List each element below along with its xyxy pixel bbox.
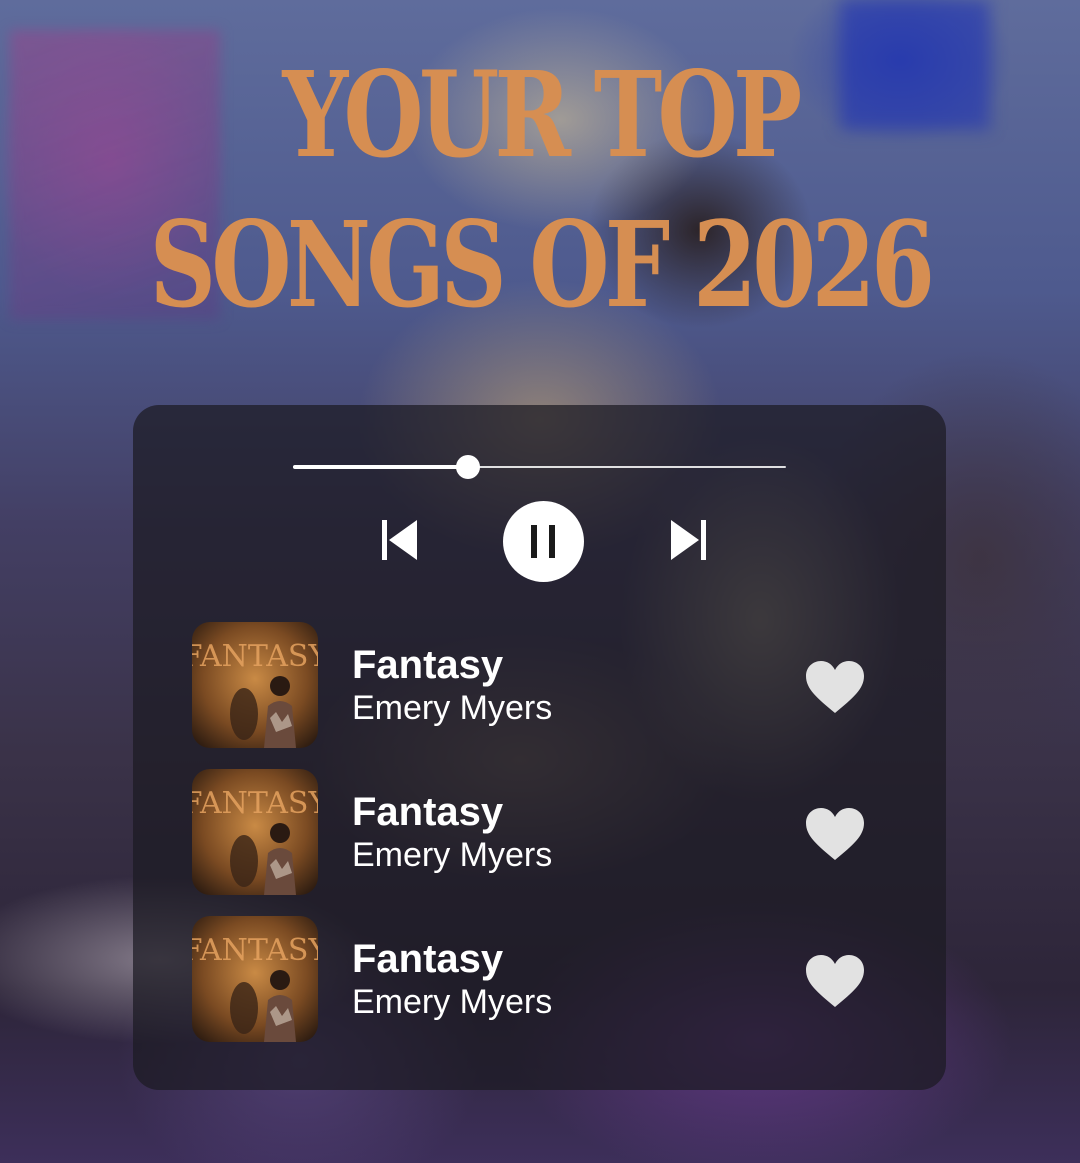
heart-icon	[806, 955, 864, 1007]
track-row[interactable]: FANTASY Fantasy Emery Myers	[192, 769, 872, 895]
pause-button[interactable]	[503, 501, 584, 582]
progress-bar[interactable]	[293, 455, 786, 479]
progress-fill	[293, 465, 468, 469]
title-line-1: YOUR TOP	[282, 45, 802, 184]
like-button[interactable]	[805, 807, 865, 862]
song-artist: Emery Myers	[352, 983, 553, 1021]
progress-knob[interactable]	[456, 455, 480, 479]
heart-icon	[806, 808, 864, 860]
song-title: Fantasy	[352, 790, 504, 834]
top-songs-page: YOUR TOP SONGS OF 2026 ANTAS Fantasy Eme…	[0, 0, 1080, 1163]
title-line-2: SONGS OF 2026	[149, 195, 935, 334]
like-button[interactable]	[805, 660, 865, 715]
song-artist: Emery Myers	[352, 689, 553, 727]
like-button[interactable]	[805, 954, 865, 1009]
pause-icon	[531, 525, 555, 558]
page-title: YOUR TOP SONGS OF 2026	[119, 40, 961, 340]
svg-text:FANTASY: FANTASY	[192, 639, 318, 674]
svg-text:FANTASY: FANTASY	[192, 786, 318, 821]
song-artist: Emery Myers	[352, 836, 553, 874]
svg-text:FANTASY: FANTASY	[192, 933, 318, 968]
skip-next-icon	[671, 520, 706, 560]
album-cover: FANTASY	[192, 622, 318, 748]
next-button[interactable]	[668, 519, 708, 561]
previous-button[interactable]	[380, 519, 420, 561]
heart-icon	[806, 661, 864, 713]
skip-previous-icon	[382, 520, 417, 560]
track-row[interactable]: FANTASY Fantasy Emery Myers	[192, 916, 872, 1042]
album-cover: FANTASY	[192, 769, 318, 895]
album-cover: FANTASY	[192, 916, 318, 1042]
song-title: Fantasy	[352, 643, 504, 687]
song-title: Fantasy	[352, 937, 504, 981]
track-row[interactable]: FANTASY Fantasy Emery Myers	[192, 622, 872, 748]
